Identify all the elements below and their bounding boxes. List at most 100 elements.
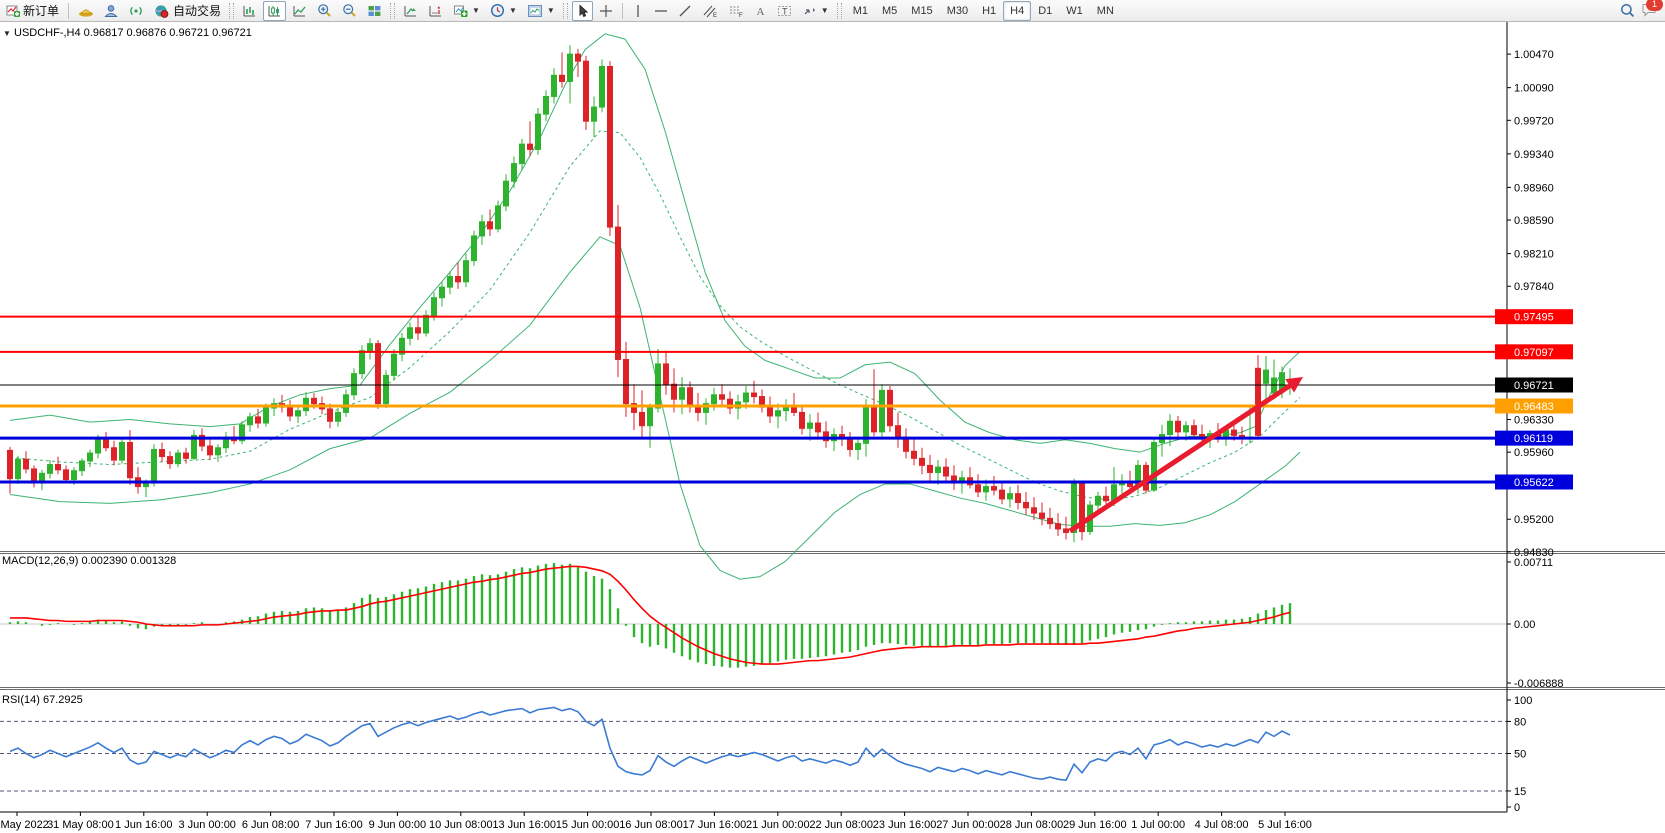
candle: [768, 407, 773, 416]
add-indicator-button[interactable]: ▼: [449, 1, 484, 21]
line-chart-button[interactable]: [288, 1, 311, 21]
indicator-window-button[interactable]: [424, 1, 447, 21]
new-order-button[interactable]: 新订单: [2, 1, 63, 21]
candle: [656, 364, 661, 408]
bar-chart-button[interactable]: [238, 1, 261, 21]
rsi-tick-label: 80: [1514, 716, 1526, 728]
candle: [464, 261, 469, 282]
candle: [1176, 421, 1181, 432]
rsi-tick-label: 0: [1514, 802, 1520, 814]
timeframe-w1[interactable]: W1: [1059, 1, 1090, 21]
fibonacci-tool[interactable]: F: [724, 1, 748, 21]
price-tick-label: 0.99340: [1514, 149, 1554, 161]
template-icon: [527, 4, 543, 18]
candle: [608, 66, 613, 227]
candle: [352, 374, 357, 395]
candle: [1056, 524, 1061, 529]
candle: [440, 287, 445, 298]
candle: [1256, 368, 1261, 435]
timeframe-m5[interactable]: M5: [875, 1, 904, 21]
search-icon[interactable]: [1620, 3, 1635, 18]
timeframe-h1[interactable]: H1: [975, 1, 1003, 21]
arrows-tool[interactable]: ▼: [798, 1, 833, 21]
data-window-button[interactable]: [399, 1, 422, 21]
time-tick-label: 30 May 2022: [0, 819, 49, 831]
candle: [800, 412, 805, 428]
candle: [344, 395, 349, 413]
timeframe-d1[interactable]: D1: [1031, 1, 1059, 21]
period-button[interactable]: ▼: [486, 1, 521, 21]
signals-button[interactable]: [125, 1, 148, 21]
chevron-down-icon: ▼: [821, 6, 829, 15]
text-label-tool[interactable]: T: [773, 1, 796, 21]
timeframe-m30[interactable]: M30: [940, 1, 975, 21]
candle: [264, 408, 269, 423]
candle: [144, 483, 149, 487]
text-tool[interactable]: A: [750, 1, 771, 21]
candlestick-icon: [267, 4, 282, 18]
candle: [368, 344, 373, 351]
bar-chart-icon: [242, 4, 257, 18]
candle: [560, 75, 565, 81]
candle: [88, 453, 93, 461]
svg-text:A: A: [756, 6, 764, 18]
candle: [1048, 518, 1053, 523]
price-tick-label: 0.98590: [1514, 215, 1554, 227]
chart-canvas[interactable]: 1.004701.000900.997200.993400.989600.985…: [0, 22, 1665, 833]
candle: [504, 181, 509, 206]
template-button[interactable]: ▼: [523, 1, 559, 21]
community-button[interactable]: [100, 1, 123, 21]
mt4-window: { "toolbar": { "new_order": "新订单", "auto…: [0, 0, 1665, 833]
cursor-icon: [576, 4, 589, 18]
candle: [424, 315, 429, 333]
price-tick-label: 1.00090: [1514, 83, 1554, 95]
candle: [680, 388, 685, 399]
time-tick-label: 31 May 08:00: [47, 819, 114, 831]
horizontal-line-tool[interactable]: [650, 1, 672, 21]
candle: [416, 328, 421, 333]
timeframe-h4[interactable]: H4: [1003, 1, 1031, 21]
time-tick-label: 13 Jun 16:00: [492, 819, 556, 831]
notifications-button[interactable]: 1: [1641, 2, 1657, 20]
text-a-icon: A: [754, 4, 767, 18]
price-tick-label: 0.99720: [1514, 115, 1554, 127]
vertical-line-tool[interactable]: [628, 1, 648, 21]
zoom-out-button[interactable]: [338, 1, 361, 21]
timeframe-mn[interactable]: MN: [1090, 1, 1121, 21]
candlestick-chart-button[interactable]: [263, 1, 286, 21]
candle: [816, 423, 821, 432]
candle: [112, 448, 117, 460]
hat-tool-button[interactable]: [74, 1, 98, 21]
candle: [1104, 496, 1109, 500]
zoom-in-button[interactable]: [313, 1, 336, 21]
candle: [64, 470, 69, 480]
candle: [808, 423, 813, 428]
crosshair-tool-button[interactable]: [595, 1, 617, 21]
timeframe-m1[interactable]: M1: [846, 1, 875, 21]
candle: [520, 144, 525, 163]
candle: [616, 227, 621, 359]
time-tick-label: 16 Jun 08:00: [619, 819, 683, 831]
candle: [848, 439, 853, 450]
time-tick-label: 3 Jun 00:00: [178, 819, 236, 831]
candle: [384, 375, 389, 403]
vertical-line-icon: [632, 4, 644, 18]
candle: [1232, 430, 1237, 435]
candle: [936, 467, 941, 472]
candle: [528, 144, 533, 149]
candle: [72, 471, 77, 480]
macd-tick-label: 0.00711: [1514, 557, 1553, 569]
cursor-tool-button[interactable]: [572, 1, 593, 21]
auto-trading-button[interactable]: 自动交易: [150, 1, 225, 21]
equidistant-channel-tool[interactable]: E: [698, 1, 722, 21]
timeframe-m15[interactable]: M15: [904, 1, 939, 21]
price-badge-label: 0.97097: [1514, 347, 1554, 359]
candle: [496, 206, 501, 229]
tile-windows-button[interactable]: [363, 1, 386, 21]
candle: [1096, 496, 1101, 505]
trendline-tool[interactable]: [674, 1, 696, 21]
price-badge-label: 0.96119: [1514, 433, 1553, 445]
toolbar-grip: [837, 3, 842, 19]
symbol-dropdown-icon[interactable]: ▼: [3, 29, 11, 38]
candle: [744, 393, 749, 402]
